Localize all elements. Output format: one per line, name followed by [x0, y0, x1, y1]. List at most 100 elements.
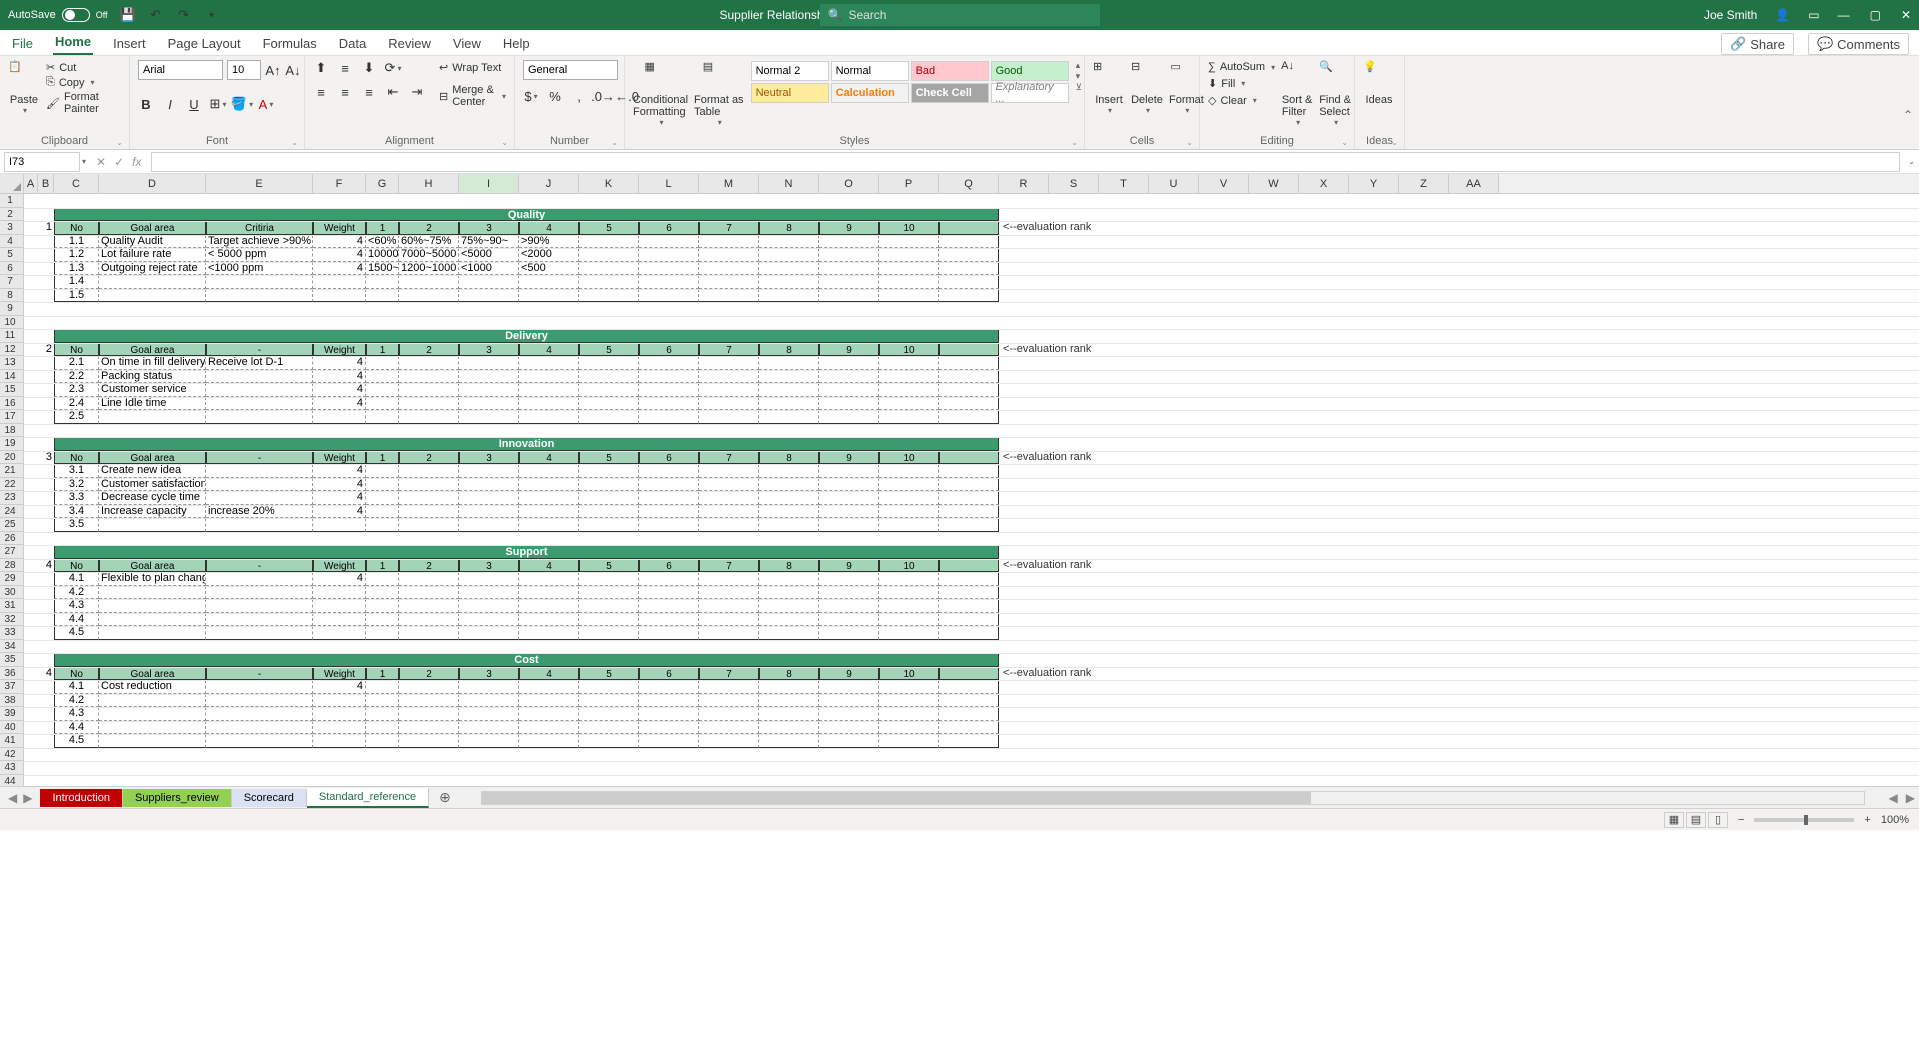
table-header[interactable]: Goal area: [99, 667, 206, 681]
align-left-icon[interactable]: ≡: [313, 84, 329, 100]
table-cell[interactable]: [206, 707, 313, 721]
table-cell[interactable]: [366, 734, 399, 748]
row-header-15[interactable]: 15: [0, 383, 24, 397]
table-cell[interactable]: [206, 464, 313, 478]
table-cell[interactable]: 4.1: [54, 572, 99, 586]
table-cell[interactable]: [313, 586, 366, 600]
table-cell[interactable]: [206, 680, 313, 694]
col-header-Y[interactable]: Y: [1349, 174, 1399, 193]
row-header-5[interactable]: 5: [0, 248, 24, 262]
table-cell[interactable]: [579, 586, 639, 600]
table-cell[interactable]: [879, 410, 939, 424]
table-cell[interactable]: [939, 235, 999, 249]
cell-styles-gallery[interactable]: Normal 2 Normal Bad Good Neutral Calcula…: [750, 60, 1070, 104]
col-header-K[interactable]: K: [579, 174, 639, 193]
table-cell[interactable]: [459, 707, 519, 721]
tab-view[interactable]: View: [451, 32, 483, 55]
table-header[interactable]: 9: [819, 221, 879, 235]
table-cell[interactable]: [579, 262, 639, 276]
row-header-3[interactable]: 3: [0, 221, 24, 235]
row-header-18[interactable]: 18: [0, 424, 24, 438]
table-cell[interactable]: [939, 397, 999, 411]
table-header[interactable]: 4: [519, 667, 579, 681]
table-cell[interactable]: 4: [313, 505, 366, 519]
table-header[interactable]: 4: [519, 343, 579, 357]
table-cell[interactable]: [366, 680, 399, 694]
table-header[interactable]: 1: [366, 451, 399, 465]
table-cell[interactable]: [313, 734, 366, 748]
table-cell[interactable]: [699, 478, 759, 492]
table-cell[interactable]: [206, 478, 313, 492]
number-format-select[interactable]: General: [523, 60, 618, 80]
table-cell[interactable]: [519, 599, 579, 613]
horizontal-scrollbar[interactable]: [481, 791, 1865, 805]
table-header[interactable]: 5: [579, 667, 639, 681]
conditional-formatting-button[interactable]: ▦Conditional Formatting▾: [633, 60, 688, 127]
col-header-S[interactable]: S: [1049, 174, 1099, 193]
table-cell[interactable]: [759, 478, 819, 492]
table-cell[interactable]: [313, 410, 366, 424]
table-cell[interactable]: [639, 572, 699, 586]
col-header-X[interactable]: X: [1299, 174, 1349, 193]
table-header[interactable]: [939, 343, 999, 357]
table-cell[interactable]: [99, 626, 206, 640]
table-cell[interactable]: [819, 356, 879, 370]
table-cell[interactable]: [699, 491, 759, 505]
table-cell[interactable]: [459, 356, 519, 370]
table-cell[interactable]: [313, 707, 366, 721]
table-cell[interactable]: [366, 518, 399, 532]
toggle-off-icon[interactable]: [62, 8, 90, 22]
undo-icon[interactable]: ↶: [148, 7, 164, 23]
table-cell[interactable]: [579, 505, 639, 519]
table-cell[interactable]: [99, 721, 206, 735]
increase-font-icon[interactable]: A↑: [265, 62, 281, 78]
table-cell[interactable]: 4: [313, 370, 366, 384]
table-cell[interactable]: [819, 491, 879, 505]
col-header-T[interactable]: T: [1099, 174, 1149, 193]
table-cell[interactable]: 2.3: [54, 383, 99, 397]
table-cell[interactable]: [366, 383, 399, 397]
table-cell[interactable]: [639, 694, 699, 708]
table-header[interactable]: 6: [639, 451, 699, 465]
italic-button[interactable]: I: [162, 96, 178, 112]
table-header[interactable]: No: [54, 221, 99, 235]
table-cell[interactable]: [939, 505, 999, 519]
table-header[interactable]: -: [206, 343, 313, 357]
table-cell[interactable]: [399, 613, 459, 627]
table-header[interactable]: 2: [399, 221, 459, 235]
table-cell[interactable]: [206, 275, 313, 289]
table-cell[interactable]: [459, 572, 519, 586]
table-cell[interactable]: [459, 370, 519, 384]
table-cell[interactable]: [579, 721, 639, 735]
col-header-U[interactable]: U: [1149, 174, 1199, 193]
table-cell[interactable]: [879, 275, 939, 289]
row-header-36[interactable]: 36: [0, 667, 24, 681]
delete-cells-button[interactable]: ⊟Delete▾: [1131, 60, 1163, 115]
table-cell[interactable]: [759, 721, 819, 735]
table-header[interactable]: [939, 221, 999, 235]
table-header[interactable]: 3: [459, 667, 519, 681]
table-cell[interactable]: [879, 721, 939, 735]
table-cell[interactable]: [313, 275, 366, 289]
table-cell[interactable]: 4: [313, 572, 366, 586]
table-cell[interactable]: [939, 248, 999, 262]
table-cell[interactable]: [939, 721, 999, 735]
table-header[interactable]: 5: [579, 221, 639, 235]
table-header[interactable]: 1: [366, 221, 399, 235]
table-cell[interactable]: [639, 397, 699, 411]
table-cell[interactable]: [579, 518, 639, 532]
table-cell[interactable]: [399, 464, 459, 478]
table-header[interactable]: 2: [399, 667, 459, 681]
table-cell[interactable]: [819, 235, 879, 249]
table-cell[interactable]: [699, 370, 759, 384]
table-cell[interactable]: [579, 356, 639, 370]
table-header[interactable]: 5: [579, 451, 639, 465]
table-cell[interactable]: [699, 505, 759, 519]
outline-marker[interactable]: 4: [38, 559, 54, 573]
table-cell[interactable]: [879, 248, 939, 262]
table-header[interactable]: [939, 451, 999, 465]
table-cell[interactable]: 4.4: [54, 721, 99, 735]
table-cell[interactable]: [366, 289, 399, 303]
table-cell[interactable]: [639, 248, 699, 262]
table-cell[interactable]: 3.2: [54, 478, 99, 492]
